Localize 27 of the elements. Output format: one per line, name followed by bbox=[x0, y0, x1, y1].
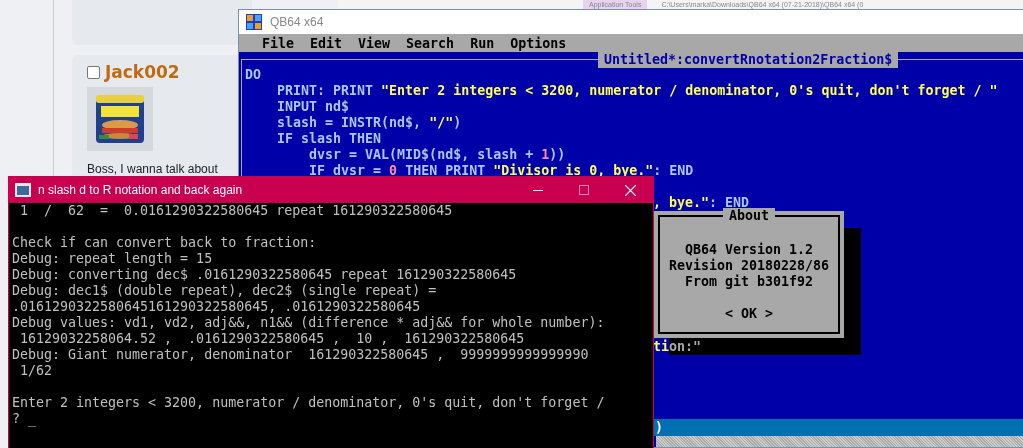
code-line: DO bbox=[245, 67, 262, 83]
code-line: slash = INSTR(nd$, "/") bbox=[276, 115, 463, 131]
console-line: ? _ bbox=[12, 411, 38, 427]
code-line: PRINT: PRINT "Enter 2 integers < 3200, numerator / denominator, 0's quit, don't forget / " bbox=[276, 83, 999, 99]
console-line: 1 / 62 = 0.0161290322580645 repeat 161290322580645 bbox=[19, 203, 454, 219]
console-line: Debug: dec1$ (double repeat), dec2$ (single repeat) = bbox=[12, 283, 438, 299]
post-text: Boss, I wanna talk about bbox=[87, 162, 219, 176]
window-title: QB64 x64 bbox=[270, 15, 324, 29]
console-line: Check if can convert back to fraction: bbox=[12, 235, 318, 251]
code-line: IF slash THEN bbox=[276, 131, 383, 147]
console-line: Debug values: vd1, vd2, adj&&, n1&& (difference * adj&& for whole number): bbox=[12, 315, 606, 331]
console-line: 1/62 bbox=[19, 363, 54, 379]
code-line: dvsr = VAL(MID$(nd$, slash + 1)) bbox=[308, 147, 567, 163]
dialog-text: Revision 20180228/86 bbox=[668, 258, 830, 274]
console-line: .0161290322580645161290322580645, .0161290322580645 bbox=[12, 299, 422, 315]
console-line: Debug: repeat length = 15 bbox=[12, 251, 214, 267]
console-line: Debug: Giant numerator, denominator 161290322580645 , 9999999999999990 bbox=[12, 347, 590, 363]
code-line: , bye.": END bbox=[653, 195, 750, 210]
editor-title: Untitled*:convertRnotation2Fraction$ bbox=[598, 52, 899, 68]
console-line: 16129032258064.52 , .0161290322580645 , 10 , 161290322580645 bbox=[19, 331, 526, 347]
console-line: Debug: converting dec$ .0161290322580645 repeat 161290322580645 bbox=[12, 267, 518, 283]
window-title: n slash d to R notation and back again bbox=[38, 183, 244, 197]
console-line: Enter 2 integers < 3200, numerator / denominator, 0's quit, don't forget / bbox=[12, 395, 606, 411]
dialog-text: From git b301f92 bbox=[684, 274, 814, 290]
code-line: INPUT nd$ bbox=[276, 99, 351, 115]
dialog-text: QB64 Version 1.2 bbox=[684, 242, 814, 258]
code-line: IF dvsr = 0 THEN PRINT "Divisor is 0, bye.": END bbox=[308, 163, 695, 179]
